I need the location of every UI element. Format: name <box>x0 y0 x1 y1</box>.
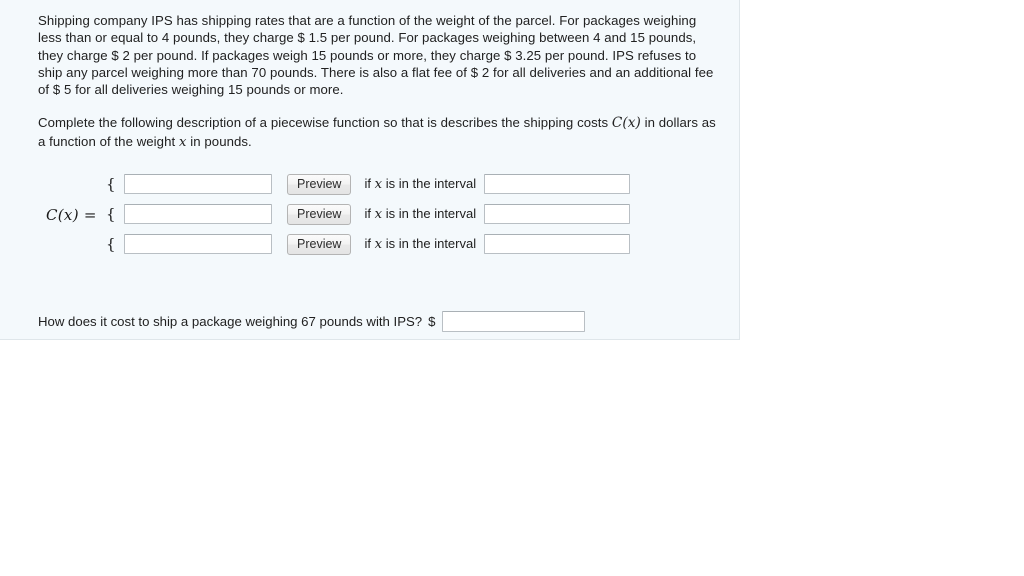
instruction-text-before: Complete the following description of a … <box>38 115 612 131</box>
interval-input-2[interactable] <box>484 204 631 225</box>
interval-condition-label-2: if x is in the interval <box>364 206 477 223</box>
preview-button-2[interactable]: Preview <box>287 203 352 225</box>
problem-statement-paragraph: Shipping company IPS has shipping rates … <box>38 13 714 98</box>
interval-input-1[interactable] <box>484 174 631 195</box>
piecewise-row: { Preview if x is in the interval <box>38 233 631 255</box>
piece-expression-input-2[interactable] <box>124 204 272 225</box>
piecewise-row: { Preview if x is in the interval <box>38 203 631 225</box>
instruction-text-tail: in pounds. <box>186 133 252 149</box>
function-notation-inline: C(x) <box>611 115 641 132</box>
preview-button-1[interactable]: Preview <box>287 173 352 195</box>
instruction-paragraph: Complete the following description of a … <box>38 114 721 151</box>
dollar-sign-label: $ <box>428 314 436 329</box>
variable-x-inline: x <box>178 134 187 150</box>
interval-condition-label-1: if x is in the interval <box>364 176 477 193</box>
interval-condition-label-3: if x is in the interval <box>364 236 477 253</box>
final-question-text: How does it cost to ship a package weigh… <box>38 314 423 329</box>
preview-button-3[interactable]: Preview <box>287 233 352 255</box>
brace-icon: { <box>106 175 116 194</box>
final-answer-input[interactable] <box>442 311 586 332</box>
piece-expression-input-3[interactable] <box>124 234 272 255</box>
piece-expression-input-1[interactable] <box>124 174 272 195</box>
piecewise-function-block: C(x) = { Preview if x is in the interval… <box>38 173 721 268</box>
problem-panel: Shipping company IPS has shipping rates … <box>0 0 740 340</box>
piecewise-row: { Preview if x is in the interval <box>38 173 631 195</box>
interval-input-3[interactable] <box>484 234 631 255</box>
final-question-row: How does it cost to ship a package weigh… <box>38 311 586 332</box>
brace-icon: { <box>106 205 116 224</box>
brace-icon: { <box>106 235 116 254</box>
